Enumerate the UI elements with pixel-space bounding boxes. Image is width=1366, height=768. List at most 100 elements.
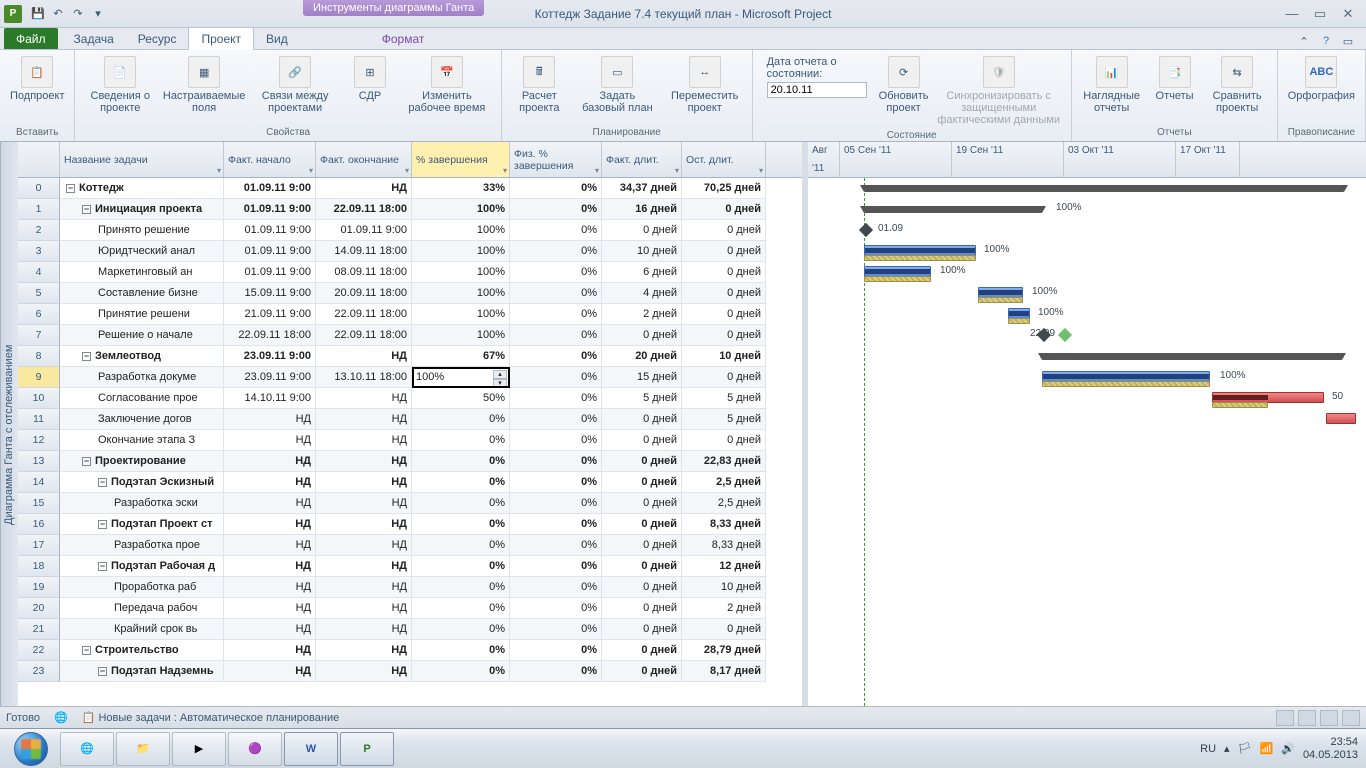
cell-task-name[interactable]: −Землеотвод [60,346,224,367]
table-row[interactable]: 0−Коттедж01.09.11 9:00НД33%0%34,37 дней7… [18,178,802,199]
cell-fact-dur[interactable]: 16 дней [602,199,682,220]
cell-task-name[interactable]: Крайний срок вь [60,619,224,640]
cell-fact-dur[interactable]: 34,37 дней [602,178,682,199]
cell-fact-start[interactable]: НД [224,451,316,472]
row-number[interactable]: 19 [18,577,60,598]
compare-button[interactable]: ⇆Сравнить проекты [1204,54,1271,116]
cell-rem-dur[interactable]: 10 дней [682,346,766,367]
cell-rem-dur[interactable]: 0 дней [682,199,766,220]
cell-fact-start[interactable]: 22.09.11 18:00 [224,325,316,346]
cell-fact-start[interactable]: НД [224,661,316,682]
cell-pct[interactable]: 0% [412,451,510,472]
cell-fact-start[interactable]: 01.09.11 9:00 [224,262,316,283]
cell-task-name[interactable]: Проработка раб [60,577,224,598]
macro-indicator-icon[interactable]: 🌐 [54,711,68,724]
taskbar-app1[interactable]: 🟣 [228,732,282,766]
cell-fact-end[interactable]: НД [316,388,412,409]
cell-phys-pct[interactable]: 0% [510,640,602,661]
custom-fields-button[interactable]: ▦Настраиваемые поля [163,54,245,116]
cell-fact-start[interactable]: НД [224,598,316,619]
cell-fact-end[interactable]: НД [316,346,412,367]
cell-pct[interactable]: 0% [412,598,510,619]
row-number[interactable]: 12 [18,430,60,451]
cell-pct[interactable]: 0% [412,535,510,556]
cell-pct[interactable]: 0% [412,409,510,430]
cell-task-name[interactable]: Принятие решени [60,304,224,325]
table-row[interactable]: 6Принятие решени21.09.11 9:0022.09.11 18… [18,304,802,325]
tab-file[interactable]: Файл [4,28,58,49]
cell-fact-start[interactable]: 21.09.11 9:00 [224,304,316,325]
row-number[interactable]: 3 [18,241,60,262]
visual-reports-button[interactable]: 📊Наглядные отчеты [1078,54,1146,116]
cell-fact-end[interactable]: 13.10.11 18:00 [316,367,412,388]
cell-phys-pct[interactable]: 0% [510,325,602,346]
spell-button[interactable]: ABCОрфография [1284,54,1359,104]
cell-fact-dur[interactable]: 0 дней [602,493,682,514]
cell-pct[interactable]: 100% [412,325,510,346]
cell-fact-dur[interactable]: 0 дней [602,619,682,640]
cell-rem-dur[interactable]: 5 дней [682,409,766,430]
cell-rem-dur[interactable]: 28,79 дней [682,640,766,661]
cell-fact-start[interactable]: НД [224,493,316,514]
cell-fact-dur[interactable]: 2 дней [602,304,682,325]
table-row[interactable]: 12Окончание этапа ЗНДНД0%0%0 дней0 дней [18,430,802,451]
cell-fact-end[interactable]: НД [316,640,412,661]
cell-pct[interactable]: 33% [412,178,510,199]
cell-pct[interactable]: 100% [412,220,510,241]
cell-fact-dur[interactable]: 0 дней [602,409,682,430]
window-options-icon[interactable]: ▭ [1340,33,1356,49]
cell-rem-dur[interactable]: 22,83 дней [682,451,766,472]
cell-rem-dur[interactable]: 0 дней [682,220,766,241]
row-number[interactable]: 22 [18,640,60,661]
cell-fact-end[interactable]: НД [316,556,412,577]
cell-fact-end[interactable]: 22.09.11 18:00 [316,304,412,325]
cell-phys-pct[interactable]: 0% [510,409,602,430]
cell-phys-pct[interactable]: 0% [510,451,602,472]
cell-rem-dur[interactable]: 0 дней [682,325,766,346]
table-row[interactable]: 20Передача рабочНДНД0%0%0 дней2 дней [18,598,802,619]
table-row[interactable]: 17Разработка проеНДНД0%0%0 дней8,33 дней [18,535,802,556]
links-button[interactable]: 🔗Связи между проектами [249,54,341,116]
cell-fact-start[interactable]: НД [224,535,316,556]
table-row[interactable]: 4Маркетинговый ан01.09.11 9:0008.09.11 1… [18,262,802,283]
tray-volume-icon[interactable]: 🔊 [1281,742,1295,755]
cell-task-name[interactable]: −Подэтап Надземнь [60,661,224,682]
cell-fact-start[interactable]: НД [224,430,316,451]
redo-icon[interactable]: ↷ [70,6,86,22]
cell-fact-end[interactable]: НД [316,619,412,640]
taskbar-explorer[interactable]: 📁 [116,732,170,766]
cell-phys-pct[interactable]: 0% [510,514,602,535]
cell-fact-start[interactable]: НД [224,619,316,640]
col-fact-dur[interactable]: Факт. длит.▾ [602,142,682,177]
row-number[interactable]: 9 [18,367,60,388]
cell-phys-pct[interactable]: 0% [510,262,602,283]
tab-resource[interactable]: Ресурс [126,28,189,49]
cell-fact-start[interactable]: 01.09.11 9:00 [224,220,316,241]
tray-up-icon[interactable]: ▴ [1224,742,1230,755]
restore-button[interactable]: ▭ [1310,5,1330,23]
cell-fact-dur[interactable]: 0 дней [602,535,682,556]
cell-fact-end[interactable]: 08.09.11 18:00 [316,262,412,283]
row-number[interactable]: 0 [18,178,60,199]
cell-pct[interactable]: 0% [412,640,510,661]
row-number[interactable]: 2 [18,220,60,241]
cell-fact-end[interactable]: НД [316,409,412,430]
cell-phys-pct[interactable]: 0% [510,241,602,262]
qat-dropdown-icon[interactable]: ▾ [90,6,106,22]
cell-fact-end[interactable]: НД [316,430,412,451]
row-number[interactable]: 18 [18,556,60,577]
cell-fact-dur[interactable]: 15 дней [602,367,682,388]
change-time-button[interactable]: 📅Изменить рабочее время [399,54,495,116]
save-icon[interactable]: 💾 [30,6,46,22]
cell-fact-start[interactable]: 01.09.11 9:00 [224,241,316,262]
cell-fact-dur[interactable]: 0 дней [602,325,682,346]
taskbar-media[interactable]: ▶ [172,732,226,766]
cell-task-name[interactable]: Окончание этапа З [60,430,224,451]
table-row[interactable]: 14−Подэтап ЭскизныйНДНД0%0%0 дней2,5 дне… [18,472,802,493]
cell-fact-start[interactable]: НД [224,577,316,598]
cell-task-name[interactable]: Разработка докуме [60,367,224,388]
cell-fact-start[interactable]: 15.09.11 9:00 [224,283,316,304]
row-number[interactable]: 17 [18,535,60,556]
tab-view[interactable]: Вид [254,28,300,49]
row-number[interactable]: 11 [18,409,60,430]
